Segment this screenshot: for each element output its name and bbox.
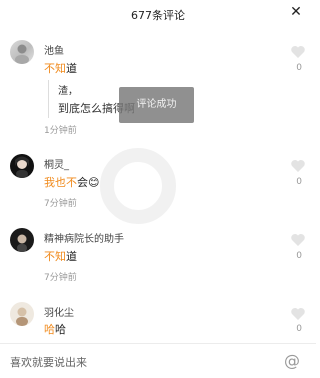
heart-icon[interactable] [290,232,306,246]
comment-count-title: 677条评论 [131,9,185,22]
like-count: 0 [296,251,302,261]
like-count: 0 [296,177,302,187]
comment-item: 羽化尘 哈哈 0 [0,298,316,344]
heart-icon[interactable] [290,44,306,58]
comment-text: 我也不会😊 [44,174,99,190]
comment-text-highlight: 我也不 [44,176,77,189]
comments-screen: 677条评论 ✕ 池鱼 不知道 渣， 到底怎么搞得啊 1分钟前 0 评论成功 桐… [0,0,316,378]
comment-text-rest: 哈 [55,323,66,336]
reply-line: 渣， [58,86,78,97]
comment-author[interactable]: 桐灵_ [44,156,69,171]
heart-icon[interactable] [290,306,306,320]
comment-time: 1分钟前 [44,126,77,136]
comment-text-highlight: 不知 [44,250,66,263]
avatar[interactable] [10,302,34,326]
heart-icon[interactable] [290,158,306,172]
success-toast: 评论成功 [119,87,194,123]
comment-text: 不知道 [44,248,77,264]
avatar[interactable] [10,228,34,252]
comment-time: 7分钟前 [44,273,77,283]
comment-author[interactable]: 羽化尘 [44,304,74,319]
comment-input-bar: 喜欢就要说出来 @ [0,343,316,378]
avatar[interactable] [10,154,34,178]
comment-item: 精神病院长的助手 不知道 7分钟前 0 [0,224,316,284]
comments-header: 677条评论 ✕ [0,0,316,30]
comment-text-highlight: 哈 [44,323,55,336]
comment-text: 不知道 [44,60,77,76]
comment-text-highlight: 不知 [44,62,66,75]
comment-text-rest: 道 [66,62,77,75]
like-count: 0 [296,324,302,334]
avatar[interactable] [10,40,34,64]
comment-text: 哈哈 [44,321,66,337]
comment-author[interactable]: 池鱼 [44,42,64,57]
comment-author[interactable]: 精神病院长的助手 [44,230,124,245]
at-icon[interactable]: @ [282,351,302,371]
comment-time: 7分钟前 [44,199,77,209]
comment-text-rest: 会😊 [77,176,100,189]
comment-input[interactable]: 喜欢就要说出来 [10,354,87,370]
comment-item: 桐灵_ 我也不会😊 7分钟前 0 [0,150,316,210]
like-count: 0 [296,63,302,73]
comment-text-rest: 道 [66,250,77,263]
close-icon[interactable]: ✕ [288,4,304,20]
